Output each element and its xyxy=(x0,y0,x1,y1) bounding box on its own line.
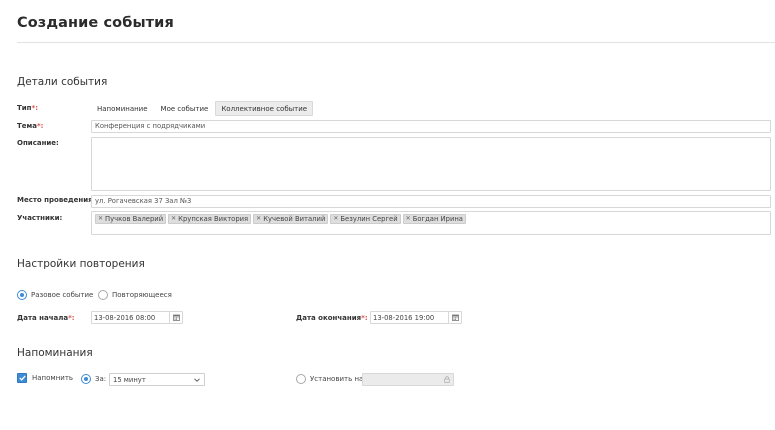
set-at-radio[interactable] xyxy=(296,374,306,384)
participant-tag: ✕ Крупская Виктория xyxy=(168,214,252,224)
participant-tag-label: Богдан Ирина xyxy=(412,215,463,223)
required-mark: *: xyxy=(361,314,368,322)
details-section-title: Детали события xyxy=(17,76,108,88)
remind-before-radio[interactable] xyxy=(81,374,91,384)
participant-tag-label: Пучков Валерий xyxy=(105,215,164,223)
title-divider xyxy=(17,42,775,43)
type-option-collective-event[interactable]: Коллективное событие xyxy=(215,101,314,116)
participant-tag: ✕ Безулин Сергей xyxy=(330,214,401,224)
required-mark: *: xyxy=(31,104,38,112)
participant-tag-label: Безулин Сергей xyxy=(340,215,398,223)
remove-tag-icon[interactable]: ✕ xyxy=(406,214,411,224)
type-option-my-event[interactable]: Мое событие xyxy=(155,101,215,116)
remind-before-label: За: xyxy=(95,375,107,383)
remove-tag-icon[interactable]: ✕ xyxy=(256,214,261,224)
one-time-event-radio[interactable] xyxy=(17,290,27,300)
chevron-down-icon xyxy=(194,377,200,382)
description-textarea[interactable] xyxy=(91,137,771,191)
end-date-value: 13-08-2016 19:00 xyxy=(373,313,435,322)
recurring-event-option[interactable]: Повторяющееся xyxy=(98,290,172,300)
type-label-text: Тип xyxy=(17,104,32,112)
start-date-label: Дата начала*: xyxy=(17,314,75,322)
type-option-reminder[interactable]: Напоминание xyxy=(91,101,154,116)
participant-tag-label: Крупская Виктория xyxy=(178,215,249,223)
calendar-icon[interactable] xyxy=(169,312,182,323)
remove-tag-icon[interactable]: ✕ xyxy=(333,214,338,224)
participant-tag: ✕ Кучевой Виталий xyxy=(253,214,329,224)
recurring-event-radio[interactable] xyxy=(98,290,108,300)
event-type-switch: Напоминание Мое событие Коллективное соб… xyxy=(91,101,314,116)
remove-tag-icon[interactable]: ✕ xyxy=(171,214,176,224)
required-mark: *: xyxy=(68,314,75,322)
calendar-icon[interactable] xyxy=(448,312,461,323)
page-title: Создание события xyxy=(17,15,174,31)
set-at-option[interactable]: Установить на: xyxy=(296,374,366,384)
start-date-input[interactable]: 13-08-2016 08:00 xyxy=(91,311,183,324)
topic-input[interactable]: Конференция с подрядчиками xyxy=(91,120,771,133)
remind-label: Напомнить xyxy=(32,374,74,382)
set-at-label: Установить на: xyxy=(310,375,366,383)
start-date-value: 13-08-2016 08:00 xyxy=(94,313,156,322)
end-date-input[interactable]: 13-08-2016 19:00 xyxy=(370,311,462,324)
remove-tag-icon[interactable]: ✕ xyxy=(98,214,103,224)
end-date-label: Дата окончания*: xyxy=(296,314,368,322)
participants-label: Участники: xyxy=(17,214,63,222)
lock-icon xyxy=(444,376,450,383)
participant-tag: ✕ Богдан Ирина xyxy=(402,214,466,224)
topic-label: Тема*: xyxy=(17,122,43,130)
start-date-label-text: Дата начала xyxy=(17,314,69,322)
participant-tag-label: Кучевой Виталий xyxy=(263,215,326,223)
participant-tag: ✕ Пучков Валерий xyxy=(95,214,167,224)
set-at-input xyxy=(362,373,454,386)
location-label: Место проведения: xyxy=(17,196,96,204)
one-time-event-option[interactable]: Разовое событие xyxy=(17,290,93,300)
one-time-event-label: Разовое событие xyxy=(31,291,94,299)
remind-interval-select[interactable]: 15 минут xyxy=(109,373,205,386)
topic-label-text: Тема xyxy=(17,122,37,130)
end-date-label-text: Дата окончания xyxy=(296,314,362,322)
location-input[interactable]: ул. Рогачевская 37 Зал №3 xyxy=(91,195,771,208)
remind-before-option[interactable]: За: xyxy=(81,374,106,384)
remind-checkbox[interactable] xyxy=(17,373,27,383)
required-mark: *: xyxy=(36,122,44,130)
remind-interval-value: 15 минут xyxy=(113,375,146,384)
reminders-section-title: Напоминания xyxy=(17,347,93,359)
recurring-event-label: Повторяющееся xyxy=(112,291,172,299)
repeat-section-title: Настройки повторения xyxy=(17,258,145,270)
type-label: Тип*: xyxy=(17,104,38,112)
description-label: Описание: xyxy=(17,139,59,147)
participants-input[interactable]: ✕ Пучков Валерий ✕ Крупская Виктория ✕ Куче… xyxy=(91,211,771,235)
checkmark-icon xyxy=(18,375,26,381)
